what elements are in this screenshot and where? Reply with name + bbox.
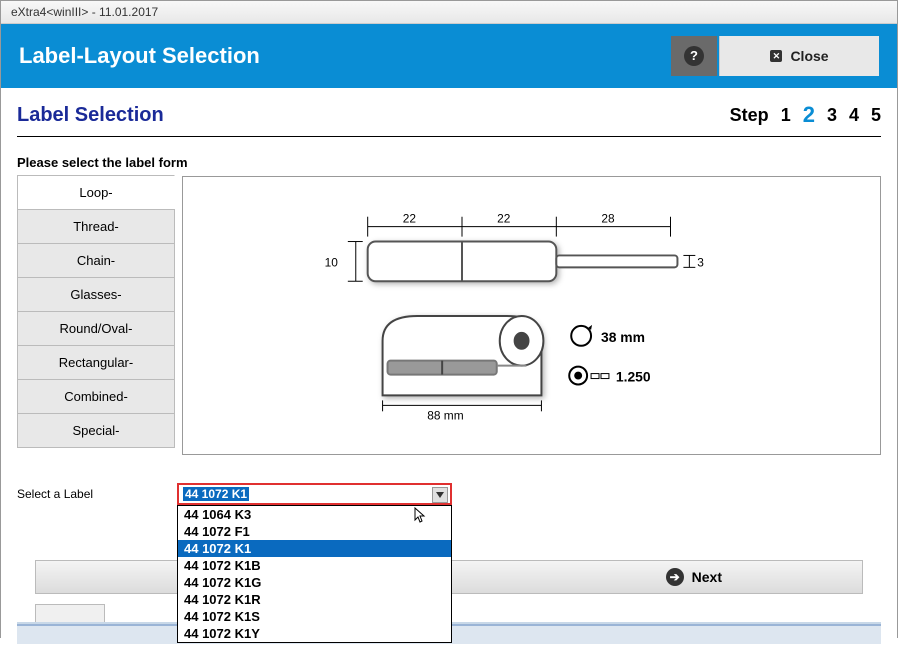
step-label: Step bbox=[730, 105, 769, 126]
tab-special[interactable]: Special- bbox=[17, 413, 175, 448]
select-label: Select a Label bbox=[17, 483, 177, 501]
step-5[interactable]: 5 bbox=[871, 105, 881, 126]
label-preview: 22 22 28 bbox=[182, 176, 881, 455]
dropdown-arrow-icon[interactable] bbox=[432, 487, 448, 503]
dropdown-item[interactable]: 44 1072 F1 bbox=[178, 523, 451, 540]
help-icon: ? bbox=[684, 46, 704, 66]
tab-rectangular[interactable]: Rectangular- bbox=[17, 345, 175, 380]
svg-text:3: 3 bbox=[697, 255, 704, 269]
window-titlebar: eXtra4<winIII> - 11.01.2017 bbox=[1, 1, 897, 24]
label-dropdown[interactable]: 44 1072 K1 44 1064 K3 44 1072 F1 44 1072… bbox=[177, 483, 452, 505]
next-label: Next bbox=[692, 569, 722, 585]
close-button[interactable]: ✕ Close bbox=[719, 36, 879, 76]
svg-text:88 mm: 88 mm bbox=[427, 408, 463, 422]
tab-thread[interactable]: Thread- bbox=[17, 209, 175, 244]
step-2[interactable]: 2 bbox=[803, 102, 815, 128]
header-title: Label-Layout Selection bbox=[19, 43, 671, 69]
step-4[interactable]: 4 bbox=[849, 105, 859, 126]
close-icon: ✕ bbox=[770, 50, 782, 62]
close-label: Close bbox=[790, 48, 828, 64]
app-window: eXtra4<winIII> - 11.01.2017 Label-Layout… bbox=[0, 0, 898, 638]
header-bar: Label-Layout Selection ? ✕ Close bbox=[1, 24, 897, 88]
svg-text:22: 22 bbox=[403, 212, 417, 226]
arrow-right-icon: ➔ bbox=[666, 568, 684, 586]
dropdown-list: 44 1064 K3 44 1072 F1 44 1072 K1 44 1072… bbox=[177, 505, 452, 643]
dropdown-item[interactable]: 44 1072 K1R bbox=[178, 591, 451, 608]
svg-text:22: 22 bbox=[497, 212, 511, 226]
instruction-text: Please select the label form bbox=[17, 155, 881, 170]
page-title: Label Selection bbox=[17, 104, 730, 127]
dropdown-item[interactable]: 44 1072 K1 bbox=[178, 540, 451, 557]
svg-text:28: 28 bbox=[601, 212, 615, 226]
svg-text:10: 10 bbox=[325, 255, 339, 269]
tab-glasses[interactable]: Glasses- bbox=[17, 277, 175, 312]
dropdown-item[interactable]: 44 1072 K1S bbox=[178, 608, 451, 625]
dropdown-item[interactable]: 44 1064 K3 bbox=[178, 506, 451, 523]
svg-text:1.250: 1.250 bbox=[616, 369, 651, 385]
next-button[interactable]: ➔ Next bbox=[666, 568, 722, 586]
dropdown-current[interactable]: 44 1072 K1 bbox=[177, 483, 452, 505]
main-area: Loop- Thread- Chain- Glasses- Round/Oval… bbox=[17, 176, 881, 455]
dropdown-item[interactable]: 44 1072 K1G bbox=[178, 574, 451, 591]
step-3[interactable]: 3 bbox=[827, 105, 837, 126]
tab-list: Loop- Thread- Chain- Glasses- Round/Oval… bbox=[17, 176, 175, 455]
divider bbox=[17, 136, 881, 137]
status-tab bbox=[35, 604, 105, 624]
subheader: Label Selection Step 1 2 3 4 5 bbox=[17, 98, 881, 136]
dropdown-current-value: 44 1072 K1 bbox=[183, 487, 249, 501]
tab-round-oval[interactable]: Round/Oval- bbox=[17, 311, 175, 346]
preview-diagram: 22 22 28 bbox=[183, 177, 880, 454]
help-button[interactable]: ? bbox=[671, 36, 717, 76]
step-indicator: Step 1 2 3 4 5 bbox=[730, 102, 881, 128]
content-area: Label Selection Step 1 2 3 4 5 Please se… bbox=[1, 88, 897, 654]
dropdown-item[interactable]: 44 1072 K1B bbox=[178, 557, 451, 574]
step-1[interactable]: 1 bbox=[781, 105, 791, 126]
svg-text:38 mm: 38 mm bbox=[601, 329, 645, 345]
cursor-icon bbox=[414, 507, 428, 525]
select-row: Select a Label 44 1072 K1 44 1064 K3 44 … bbox=[17, 483, 881, 505]
tab-loop[interactable]: Loop- bbox=[17, 175, 175, 210]
tab-combined[interactable]: Combined- bbox=[17, 379, 175, 414]
dropdown-item[interactable]: 44 1072 K1Y bbox=[178, 625, 451, 642]
tab-chain[interactable]: Chain- bbox=[17, 243, 175, 278]
window-title: eXtra4<winIII> - 11.01.2017 bbox=[11, 5, 158, 19]
